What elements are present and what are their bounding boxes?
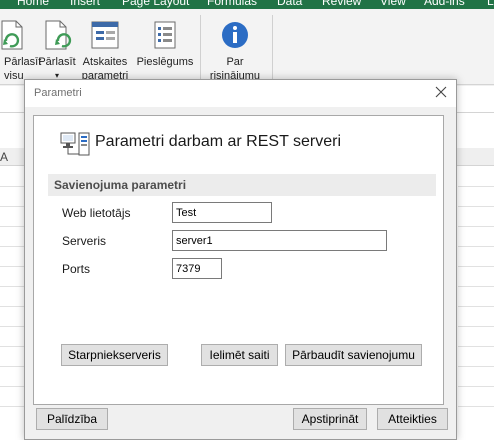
tab-formulas[interactable]: Formulas xyxy=(207,0,257,8)
grid-row-line xyxy=(458,406,494,407)
web-user-input[interactable] xyxy=(172,202,272,223)
grid-row-line xyxy=(458,306,494,307)
connection-button[interactable]: Pieslēgums xyxy=(134,19,196,69)
about-label-1: Par xyxy=(226,56,244,68)
test-connection-button[interactable]: Pārbaudīt savienojumu xyxy=(285,344,422,366)
proxy-button[interactable]: Starpniekserveris xyxy=(61,344,168,366)
record-path-button[interactable]: Ielimēt saiti xyxy=(201,344,278,366)
refresh-all-label-1: Pārlasīt xyxy=(4,56,42,68)
refresh-button[interactable]: Pārlasīt ▾ xyxy=(37,19,77,83)
grid-row-line xyxy=(458,286,494,287)
parameters-dialog: Parametri Parametri darbam ar REST serve… xyxy=(24,79,457,440)
help-button[interactable]: Palīdzība xyxy=(36,408,108,430)
ribbon: Pārlasīt visu Pārlasīt ▾ Atskaites param… xyxy=(0,9,494,85)
report-params-button[interactable]: Atskaites parametri xyxy=(79,19,131,83)
ribbon-tabs-bar: Home Insert Page Layout Formulas Data Re… xyxy=(0,0,494,9)
tab-insert[interactable]: Insert xyxy=(70,0,100,8)
tab-partial[interactable]: L xyxy=(487,0,494,8)
tab-home[interactable]: Home xyxy=(17,0,49,8)
grid-row-line xyxy=(458,386,494,387)
dialog-titlebar[interactable]: Parametri xyxy=(25,80,456,107)
grid-row-line xyxy=(458,346,494,347)
grid-row-line xyxy=(458,266,494,267)
report-params-label-1: Atskaites xyxy=(82,56,128,68)
connection-icon xyxy=(154,21,176,49)
refresh-all-icon xyxy=(1,20,23,50)
grid-row-line xyxy=(458,226,494,227)
ribbon-separator-2 xyxy=(272,15,273,81)
server-label: Serveris xyxy=(62,234,107,248)
server-computer-icon xyxy=(60,132,90,156)
cancel-button[interactable]: Atteikties xyxy=(377,408,448,430)
dialog-content-panel: Parametri darbam ar REST serveri Savieno… xyxy=(33,115,444,405)
refresh-all-button[interactable]: Pārlasīt visu xyxy=(0,19,42,83)
server-input[interactable] xyxy=(172,230,387,251)
port-label: Ports xyxy=(62,262,91,276)
tab-add-ins[interactable]: Add-ins xyxy=(424,0,465,8)
dialog-title: Parametri xyxy=(34,87,82,99)
grid-row-line xyxy=(458,326,494,327)
column-header-a[interactable]: A xyxy=(0,150,8,164)
info-icon xyxy=(222,22,248,48)
tab-review[interactable]: Review xyxy=(322,0,361,8)
tab-data[interactable]: Data xyxy=(277,0,302,8)
connection-label: Pieslēgums xyxy=(136,56,194,68)
refresh-label: Pārlasīt xyxy=(38,56,76,68)
section-title: Savienojuma parametri xyxy=(54,178,187,192)
web-user-label: Web lietotājs xyxy=(62,206,131,220)
ribbon-separator xyxy=(200,15,201,81)
dialog-header-title: Parametri darbam ar REST serveri xyxy=(95,133,341,150)
grid-row-line xyxy=(458,246,494,247)
grid-row-line xyxy=(458,186,494,187)
close-icon[interactable] xyxy=(434,85,448,99)
port-input[interactable] xyxy=(172,258,222,279)
section-header: Savienojuma parametri xyxy=(48,174,436,196)
tab-view[interactable]: View xyxy=(380,0,406,8)
grid-row-line xyxy=(458,206,494,207)
report-params-icon xyxy=(91,21,119,49)
refresh-icon xyxy=(45,20,72,50)
tab-page-layout[interactable]: Page Layout xyxy=(122,0,189,8)
about-button[interactable]: Par risinājumu xyxy=(205,19,265,83)
confirm-button[interactable]: Apstiprināt xyxy=(293,408,367,430)
grid-row-line xyxy=(458,366,494,367)
